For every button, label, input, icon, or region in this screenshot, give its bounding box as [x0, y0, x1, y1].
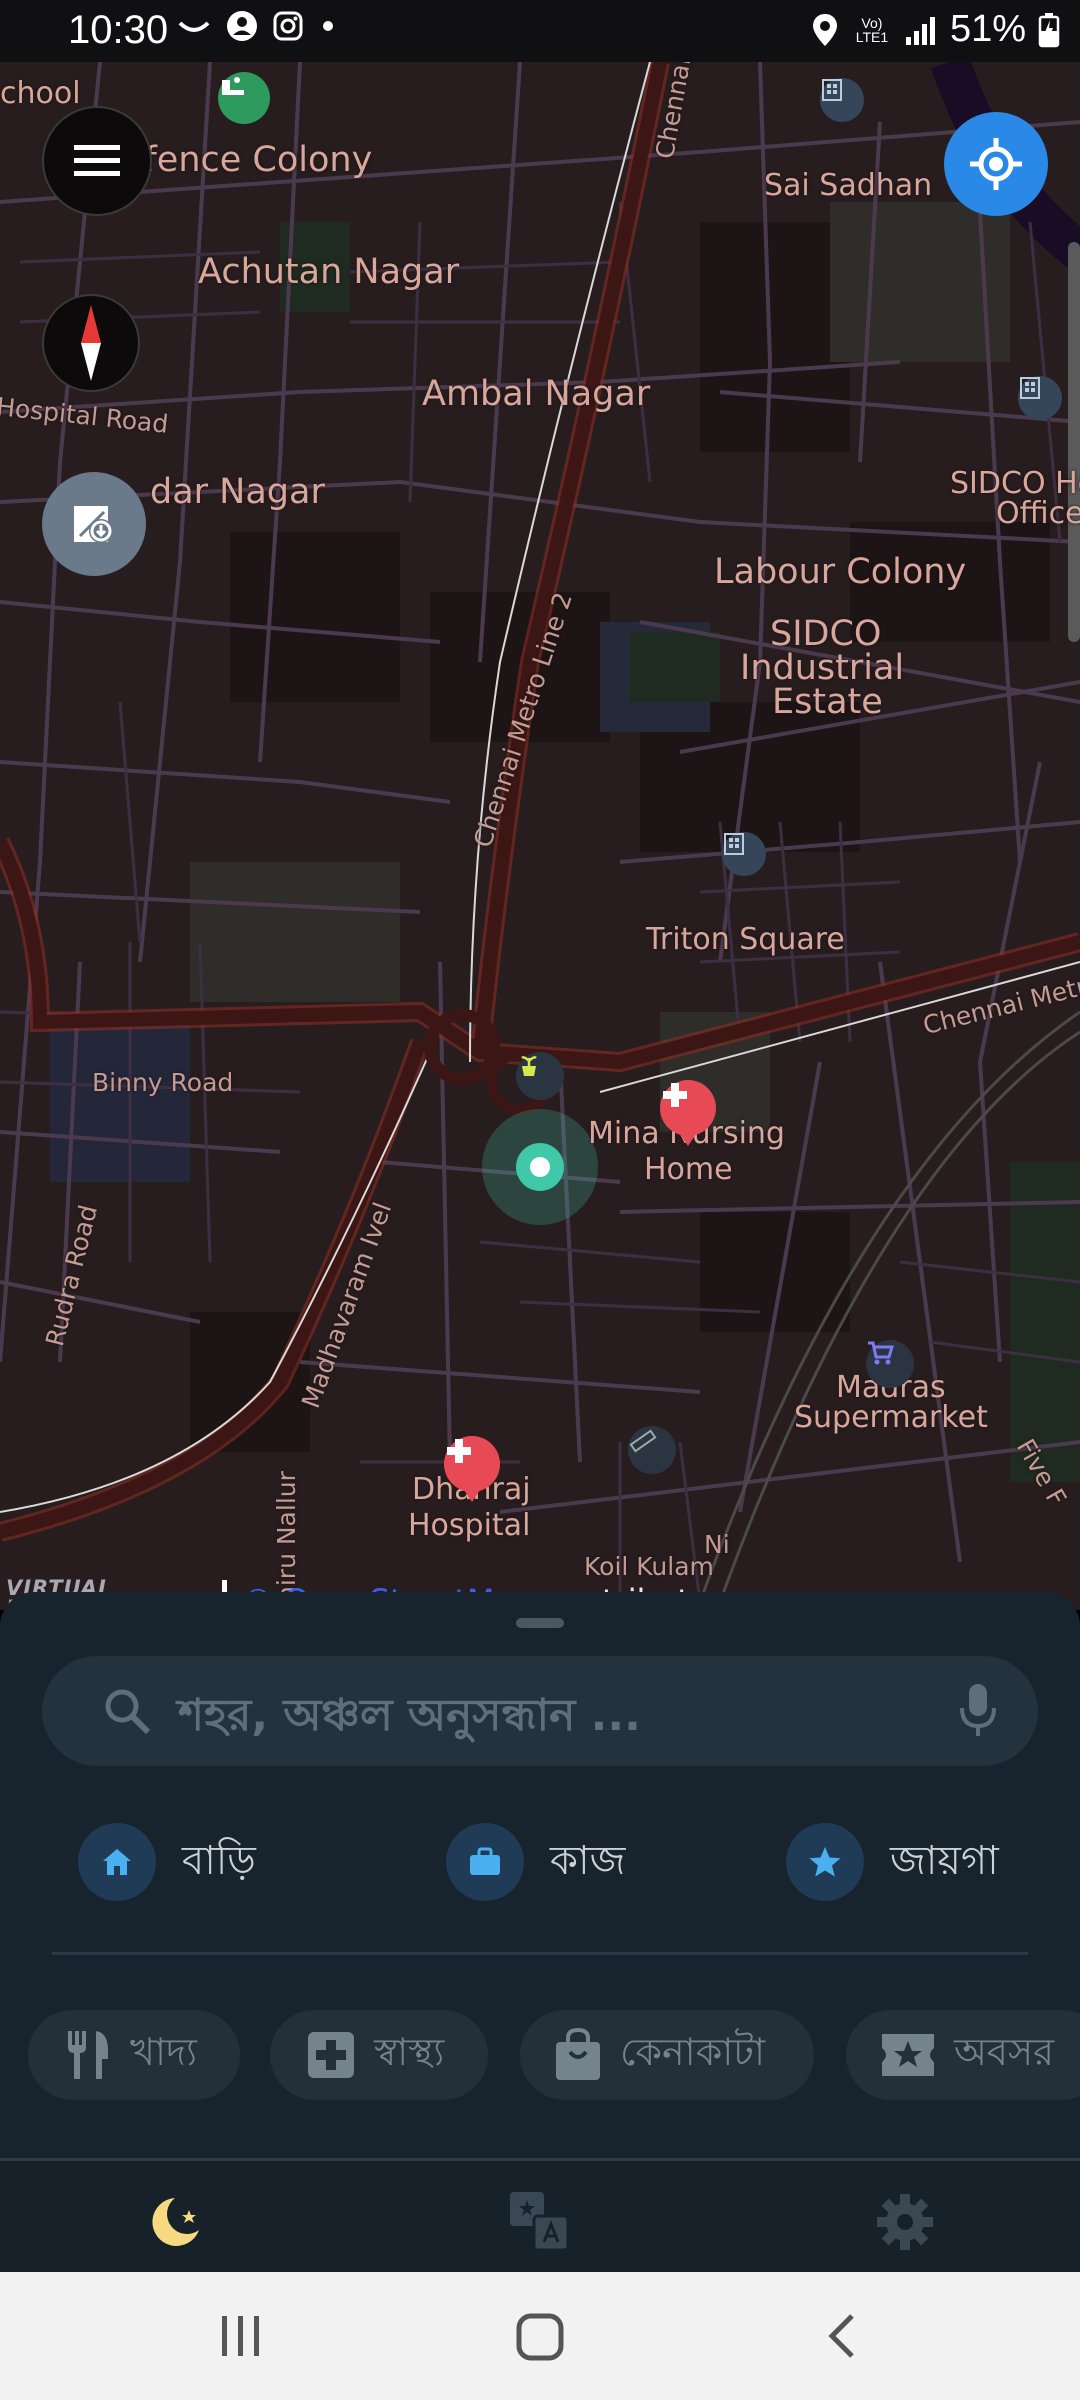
compass-button[interactable]: [42, 294, 140, 392]
building-poi[interactable]: [1018, 376, 1062, 420]
microphone-icon[interactable]: [958, 1682, 998, 1738]
search-icon: [105, 1689, 151, 1735]
hospital-poi[interactable]: [660, 1080, 716, 1146]
chip-food[interactable]: খাদ্য: [28, 2010, 240, 2100]
status-bar: 10:30 Vo) LTE1 51%: [0, 0, 1080, 62]
back-icon: [828, 2314, 854, 2358]
cart-icon: [868, 1341, 894, 1365]
location-icon: [812, 13, 837, 46]
briefcase-icon: [470, 1847, 500, 1875]
moon-icon: [152, 2198, 199, 2246]
status-notification-icons: [176, 10, 338, 42]
chip-leisure[interactable]: অবসর: [846, 2010, 1080, 2100]
home-icon: [103, 1849, 131, 1875]
hospital-poi[interactable]: [444, 1436, 500, 1502]
garden-poi[interactable]: [516, 1052, 564, 1100]
chip-shopping[interactable]: কেনাকাটা: [520, 2010, 814, 2100]
quick-places[interactable]: জায়গা: [786, 1822, 999, 1902]
menu-icon: [74, 145, 120, 176]
ruler-icon: [629, 1429, 657, 1453]
map-label-binny-road: Binny Road: [92, 1068, 234, 1097]
app-bottom-bar: [0, 2158, 1080, 2275]
ticket-star-icon: [882, 2034, 934, 2076]
compass-icon: [81, 305, 101, 381]
dot-icon: [323, 21, 333, 31]
status-time: 10:30: [68, 8, 169, 52]
status-right: Vo) LTE1 51%: [810, 8, 1060, 51]
star-icon: [809, 1847, 841, 1877]
park-poi[interactable]: [218, 72, 270, 124]
chip-health-label: স্বাস্থ্য: [374, 2030, 445, 2074]
building-icon: [724, 833, 744, 855]
map-label-ambal-nagar: Ambal Nagar: [422, 374, 651, 414]
medical-cross-icon: [663, 1083, 687, 1107]
map-label-dhanraj-2: Hospital: [408, 1508, 531, 1543]
fork-knife-icon: [68, 2031, 108, 2079]
map-label-sidco-office-2: Office: [996, 496, 1080, 531]
instagram-icon: [273, 11, 303, 41]
sheet-drag-handle[interactable]: [516, 1618, 564, 1628]
download-map-button[interactable]: [42, 472, 146, 576]
chip-leisure-label: অবসর: [954, 2030, 1055, 2074]
shopping-bag-icon: [556, 2028, 600, 2080]
night-mode-button[interactable]: [140, 2187, 210, 2257]
home-button[interactable]: [514, 2306, 566, 2370]
quick-places-label: জায়গা: [890, 1837, 999, 1884]
smile-icon: [178, 21, 210, 32]
my-location-icon: [970, 138, 1022, 190]
system-nav-bar: [0, 2272, 1080, 2400]
map-label-mina-nursing-2: Home: [644, 1152, 733, 1187]
map-label-sai-sadhan: Sai Sadhan: [764, 168, 933, 203]
tailor-poi[interactable]: [628, 1426, 676, 1474]
recents-button[interactable]: [218, 2306, 264, 2370]
screen: 10:30 Vo) LTE1 51% chool Defence Colony …: [0, 0, 1080, 2400]
recents-icon: [222, 2316, 259, 2356]
signal-icon: [905, 16, 935, 45]
back-button[interactable]: [822, 2306, 862, 2370]
battery-percent: 51%: [949, 8, 1026, 50]
map-view[interactable]: chool Defence Colony Achutan Nagar Ambal…: [0, 62, 1080, 1610]
map-label-labour-colony: Labour Colony: [714, 552, 967, 592]
map-label-sidco-estate-3: Estate: [772, 682, 883, 722]
building-poi[interactable]: [722, 832, 766, 876]
medical-box-icon: [308, 2032, 354, 2078]
plant-icon: [521, 1056, 537, 1076]
sheet-divider: [52, 1952, 1028, 1955]
home-circle: [78, 1823, 156, 1901]
medical-cross-icon: [447, 1439, 471, 1463]
map-label-dar-nagar: dar Nagar: [150, 472, 325, 512]
building-poi[interactable]: [820, 78, 864, 122]
account-icon: [227, 11, 257, 41]
shop-poi[interactable]: [866, 1340, 914, 1388]
translate-icon: [510, 2192, 570, 2252]
quick-work-label: কাজ: [550, 1837, 626, 1884]
search-input[interactable]: শহর, অঞ্চল অনুসন্ধান ...: [178, 1682, 641, 1755]
search-bar[interactable]: শহর, অঞ্চল অনুসন্ধান ...: [42, 1656, 1038, 1766]
translate-button[interactable]: [505, 2187, 575, 2257]
places-circle: [786, 1823, 864, 1901]
my-location-button[interactable]: [944, 112, 1048, 216]
map-label-triton-square: Triton Square: [646, 922, 845, 957]
chip-shopping-label: কেনাকাটা: [620, 2030, 766, 2074]
bench-icon: [222, 77, 244, 95]
gear-icon: [877, 2194, 933, 2250]
work-circle: [446, 1823, 524, 1901]
home-circle-icon: [516, 2313, 564, 2361]
quick-work[interactable]: কাজ: [446, 1822, 625, 1902]
settings-button[interactable]: [870, 2187, 940, 2257]
category-chips: খাদ্য স্বাস্থ্য কেনাকাটা অবসর: [0, 2010, 1080, 2102]
map-label-school: chool: [0, 76, 81, 111]
chip-food-label: খাদ্য: [130, 2030, 197, 2074]
menu-button[interactable]: [42, 106, 152, 216]
map-label-achutan-nagar: Achutan Nagar: [198, 252, 460, 292]
building-icon: [1020, 377, 1040, 399]
quick-home[interactable]: বাড়ি: [78, 1822, 256, 1902]
battery-icon: [1038, 12, 1060, 47]
network-label: Vo) LTE1: [855, 14, 889, 45]
download-map-icon: [74, 506, 113, 543]
chip-health[interactable]: স্বাস্থ্য: [270, 2010, 488, 2100]
building-icon: [822, 79, 842, 101]
map-label-madras-2: Supermarket: [794, 1400, 988, 1435]
quick-home-label: বাড়ি: [182, 1837, 256, 1884]
